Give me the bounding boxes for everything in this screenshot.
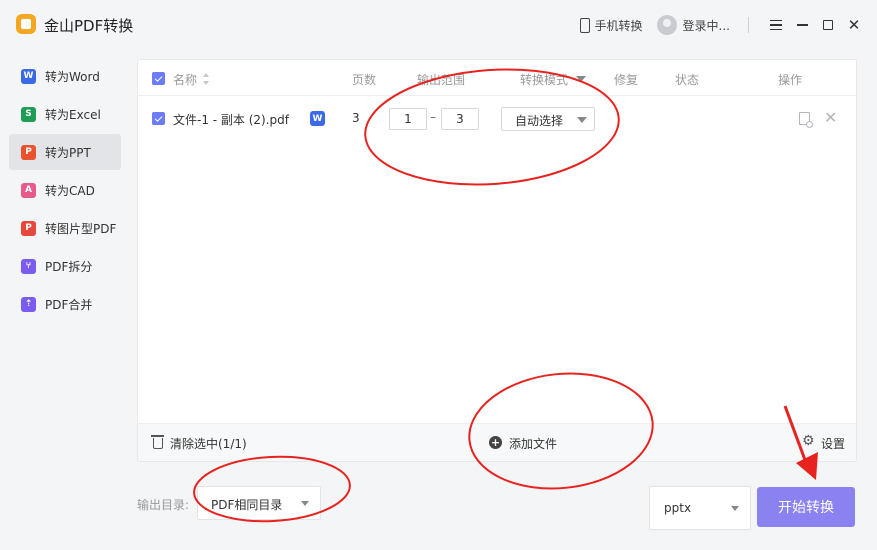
ppt-icon: P <box>21 144 36 160</box>
sidebar-item-label: 转图片型PDF <box>45 221 117 236</box>
select-all-checkbox[interactable] <box>152 72 165 85</box>
header-range: 输出范围 <box>417 73 466 87</box>
word-icon: W <box>21 68 36 84</box>
header-repair: 修复 <box>614 73 639 87</box>
sidebar-item-image-pdf[interactable]: P 转图片型PDF <box>9 210 121 246</box>
phone-convert-label: 手机转换 <box>594 18 643 33</box>
mode-select[interactable]: 自动选择 <box>501 107 595 131</box>
close-icon: ✕ <box>847 15 861 34</box>
menu-icon <box>770 20 782 30</box>
sidebar-item-label: 转为CAD <box>45 183 95 198</box>
sidebar-item-pdf-split[interactable]: ⑂ PDF拆分 <box>9 248 121 284</box>
sidebar-item-label: 转为Excel <box>45 107 101 122</box>
login-button[interactable]: 登录中... <box>656 15 730 35</box>
minimize-button[interactable] <box>791 14 813 36</box>
sidebar-item-pdf-merge[interactable]: ⇡ PDF合并 <box>9 286 121 322</box>
sidebar: W 转为Word S 转为Excel P 转为PPT A 转为CAD P 转图片… <box>9 58 121 324</box>
sort-icon[interactable] <box>203 73 210 85</box>
file-name: 文件-1 - 副本 (2).pdf <box>173 113 290 127</box>
app-title: 金山PDF转换 <box>44 17 134 35</box>
word-icon: W <box>310 111 325 126</box>
header-action: 操作 <box>778 73 803 87</box>
title-bar: 金山PDF转换 手机转换 登录中... ✕ <box>0 0 877 50</box>
mode-dropdown-icon[interactable] <box>576 76 586 82</box>
cad-icon: A <box>21 182 36 198</box>
output-dir-select[interactable]: PDF相同目录 <box>197 486 321 520</box>
chevron-down-icon <box>577 117 587 123</box>
sidebar-item-word[interactable]: W 转为Word <box>9 58 121 94</box>
sidebar-item-label: PDF拆分 <box>45 259 93 274</box>
page-count: 3 <box>352 111 360 125</box>
sidebar-item-label: 转为PPT <box>45 145 91 160</box>
menu-button[interactable] <box>765 14 787 36</box>
excel-icon: S <box>21 106 36 122</box>
format-select[interactable]: pptx <box>649 486 751 530</box>
header-mode: 转换模式 <box>520 73 569 87</box>
avatar <box>656 15 677 35</box>
header-name: 名称 <box>173 73 198 87</box>
start-convert-button[interactable]: 开始转换 <box>757 487 855 527</box>
plus-icon: + <box>489 436 502 449</box>
table-header: 名称 页数 输出范围 转换模式 修复 状态 操作 <box>138 60 856 96</box>
format-value: pptx <box>664 501 692 515</box>
chevron-down-icon <box>301 501 309 506</box>
maximize-icon <box>823 20 833 30</box>
image-pdf-icon: P <box>21 220 36 236</box>
login-label: 登录中... <box>682 18 730 33</box>
file-list-panel: 名称 页数 输出范围 转换模式 修复 状态 操作 文件-1 - 副本 (2).p… <box>137 59 857 462</box>
sidebar-item-excel[interactable]: S 转为Excel <box>9 96 121 132</box>
settings-label: 设置 <box>821 437 846 451</box>
phone-icon <box>579 17 590 33</box>
preview-icon[interactable] <box>799 112 813 128</box>
minimize-icon <box>796 24 808 26</box>
range-dash: – <box>430 110 436 124</box>
title-bar-controls: 手机转换 登录中... ✕ <box>579 12 865 38</box>
clear-selected-label: 清除选中(1/1) <box>170 437 247 451</box>
output-dir-label: 输出目录: <box>137 498 190 512</box>
mode-value: 自动选择 <box>515 114 564 128</box>
close-window-button[interactable]: ✕ <box>843 14 865 36</box>
panel-footer: 清除选中(1/1) + 添加文件 ⚙ 设置 <box>138 423 856 461</box>
range-to-input[interactable]: 3 <box>441 108 479 130</box>
maximize-button[interactable] <box>817 14 839 36</box>
header-status: 状态 <box>675 73 700 87</box>
row-checkbox[interactable] <box>152 112 165 125</box>
sidebar-item-label: PDF合并 <box>45 297 93 312</box>
remove-row-icon[interactable]: ✕ <box>824 110 837 126</box>
split-icon: ⑂ <box>21 258 36 274</box>
sidebar-item-ppt[interactable]: P 转为PPT <box>9 134 121 170</box>
phone-convert-button[interactable]: 手机转换 <box>579 17 643 34</box>
add-file-label: 添加文件 <box>509 437 558 451</box>
chevron-down-icon <box>731 506 739 511</box>
output-dir-value: PDF相同目录 <box>211 498 283 512</box>
divider <box>748 17 749 33</box>
app-logo-icon <box>16 14 36 34</box>
merge-icon: ⇡ <box>21 296 36 312</box>
sidebar-item-cad[interactable]: A 转为CAD <box>9 172 121 208</box>
trash-icon <box>151 435 164 449</box>
range-from-input[interactable]: 1 <box>389 108 427 130</box>
gear-icon: ⚙ <box>802 433 815 449</box>
sidebar-item-label: 转为Word <box>45 69 100 84</box>
table-row: 文件-1 - 副本 (2).pdf W 3 1 – 3 自动选择 ✕ <box>138 96 856 142</box>
header-pages: 页数 <box>352 73 377 87</box>
